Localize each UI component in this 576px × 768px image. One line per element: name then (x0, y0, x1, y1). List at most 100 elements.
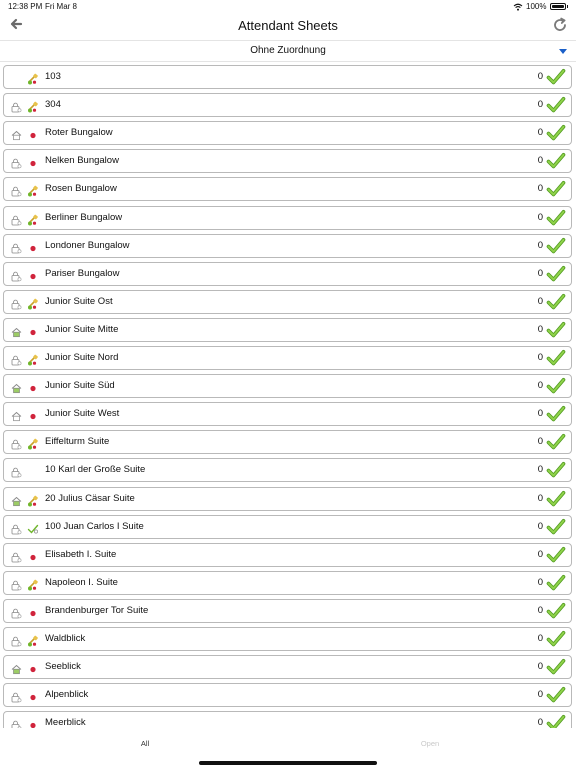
status-bar: 12:38 PM Fri Mar 8 100% (0, 0, 576, 14)
checkmark-icon[interactable] (546, 124, 566, 142)
room-count: 0 (537, 436, 543, 448)
checkmark-icon[interactable] (546, 658, 566, 676)
battery-tip (566, 5, 568, 8)
lock-status-icon (11, 241, 22, 253)
lock-status-icon (11, 100, 22, 113)
checkmark-icon[interactable] (546, 602, 566, 620)
room-row[interactable]: 304 0 (3, 93, 572, 118)
room-name: Junior Suite West (45, 408, 120, 420)
room-name: 304 (45, 99, 61, 111)
lock-status-icon (11, 353, 22, 366)
checkmark-icon[interactable] (546, 265, 566, 283)
house-clean-icon (11, 662, 22, 675)
room-name: Berliner Bungalow (45, 211, 123, 223)
cleaning-brush-icon (27, 494, 39, 506)
room-row[interactable]: Junior Suite Nord 0 (3, 346, 572, 370)
room-row[interactable]: Nelken Bungalow 0 (3, 149, 572, 174)
checkmark-icon[interactable] (546, 518, 566, 536)
room-name: Junior Suite Ost (45, 295, 113, 307)
room-name: Seeblick (45, 661, 81, 673)
room-count: 0 (537, 267, 543, 279)
house-status-icon (11, 128, 22, 141)
red-dot-icon (27, 325, 39, 337)
status-date: Fri Mar 8 (45, 2, 77, 11)
room-row[interactable]: Junior Suite Süd 0 (3, 374, 572, 399)
room-row[interactable]: Napoleon I. Suite 0 (3, 570, 572, 595)
room-count: 0 (537, 548, 543, 560)
cleaning-brush-icon (27, 437, 39, 450)
room-row[interactable]: Junior Suite Ost 0 (3, 289, 572, 314)
checkmark-icon[interactable] (546, 433, 566, 451)
room-row[interactable]: Berliner Bungalow 0 (3, 205, 572, 230)
room-count: 0 (537, 717, 543, 728)
room-row[interactable]: 10 Karl der Große Suite 0 (3, 458, 572, 483)
checkmark-icon[interactable] (546, 293, 566, 311)
room-row[interactable]: Alpenblick 0 (3, 683, 572, 708)
room-row[interactable]: 100 Juan Carlos I Suite 0 (3, 514, 572, 539)
room-name: Junior Suite Mitte (45, 323, 119, 335)
room-count: 0 (537, 155, 543, 167)
room-row[interactable]: Waldblick 0 (3, 627, 572, 651)
room-row[interactable]: Brandenburger Tor Suite 0 (3, 598, 572, 623)
room-name: Londoner Bungalow (45, 239, 130, 251)
status-right: 100% (513, 2, 568, 11)
room-name: Brandenburger Tor Suite (45, 604, 149, 616)
tab-all[interactable]: All (130, 739, 160, 748)
checkmark-icon[interactable] (546, 461, 566, 479)
room-name: Roter Bungalow (45, 127, 113, 139)
lock-status-icon (11, 718, 22, 728)
room-name: Eiffelturm Suite (45, 436, 110, 448)
checkmark-icon[interactable] (546, 96, 566, 114)
room-row[interactable]: Pariser Bungalow 0 (3, 261, 572, 286)
room-row[interactable]: Londoner Bungalow 0 (3, 233, 572, 258)
room-name: Nelken Bungalow (45, 155, 119, 167)
room-name: 20 Julius Cäsar Suite (45, 492, 135, 504)
tab-open[interactable]: Open (415, 739, 445, 748)
checkmark-icon[interactable] (546, 630, 566, 648)
checkmark-icon[interactable] (546, 714, 566, 728)
checkmark-icon[interactable] (546, 68, 566, 86)
checkmark-icon[interactable] (546, 574, 566, 592)
red-dot-icon (27, 690, 39, 702)
room-name: Elisabeth I. Suite (45, 548, 117, 560)
checkmark-icon[interactable] (546, 490, 566, 508)
checkmark-icon[interactable] (546, 405, 566, 423)
room-row[interactable]: Eiffelturm Suite 0 (3, 430, 572, 455)
room-name: Junior Suite Nord (45, 352, 119, 363)
room-list[interactable]: 103 0 304 0 Roter Bungalow 0 Nelken Bungalow 0 R… (0, 64, 576, 728)
lock-status-icon (11, 550, 22, 563)
room-row[interactable]: Rosen Bungalow 0 (3, 177, 572, 202)
checkmark-icon[interactable] (546, 546, 566, 564)
refresh-icon[interactable] (552, 17, 568, 33)
page-title: Attendant Sheets (238, 18, 338, 33)
checkmark-icon[interactable] (546, 349, 566, 367)
room-row[interactable]: Roter Bungalow 0 (3, 121, 572, 146)
room-count: 0 (537, 295, 543, 307)
checkmark-icon[interactable] (546, 180, 566, 198)
room-row[interactable]: Junior Suite West 0 (3, 402, 572, 427)
room-row[interactable]: Elisabeth I. Suite 0 (3, 542, 572, 567)
checkmark-icon[interactable] (546, 152, 566, 170)
assignment-filter-dropdown[interactable]: Ohne Zuordnung (0, 40, 576, 62)
room-count: 0 (537, 239, 543, 251)
checkmark-icon[interactable] (546, 237, 566, 255)
room-count: 0 (537, 352, 543, 363)
red-dot-icon (27, 269, 39, 281)
house-clean-icon (11, 381, 22, 394)
room-row[interactable]: Seeblick 0 (3, 655, 572, 680)
checkmark-icon[interactable] (546, 321, 566, 339)
room-name: 10 Karl der Große Suite (45, 464, 146, 476)
checkmark-icon[interactable] (546, 209, 566, 227)
home-indicator (199, 761, 377, 765)
caret-down-icon[interactable] (559, 49, 567, 54)
room-row[interactable]: 20 Julius Cäsar Suite 0 (3, 486, 572, 511)
room-row[interactable]: Junior Suite Mitte 0 (3, 317, 572, 342)
room-name: Pariser Bungalow (45, 267, 120, 279)
checkmark-icon[interactable] (546, 377, 566, 395)
checkmark-icon[interactable] (546, 686, 566, 704)
nav-bar: Attendant Sheets (0, 14, 576, 40)
room-row[interactable]: Meerblick 0 (3, 711, 572, 728)
cleaning-brush-icon (27, 72, 39, 85)
red-dot-icon (27, 550, 39, 562)
room-row[interactable]: 103 0 (3, 65, 572, 89)
